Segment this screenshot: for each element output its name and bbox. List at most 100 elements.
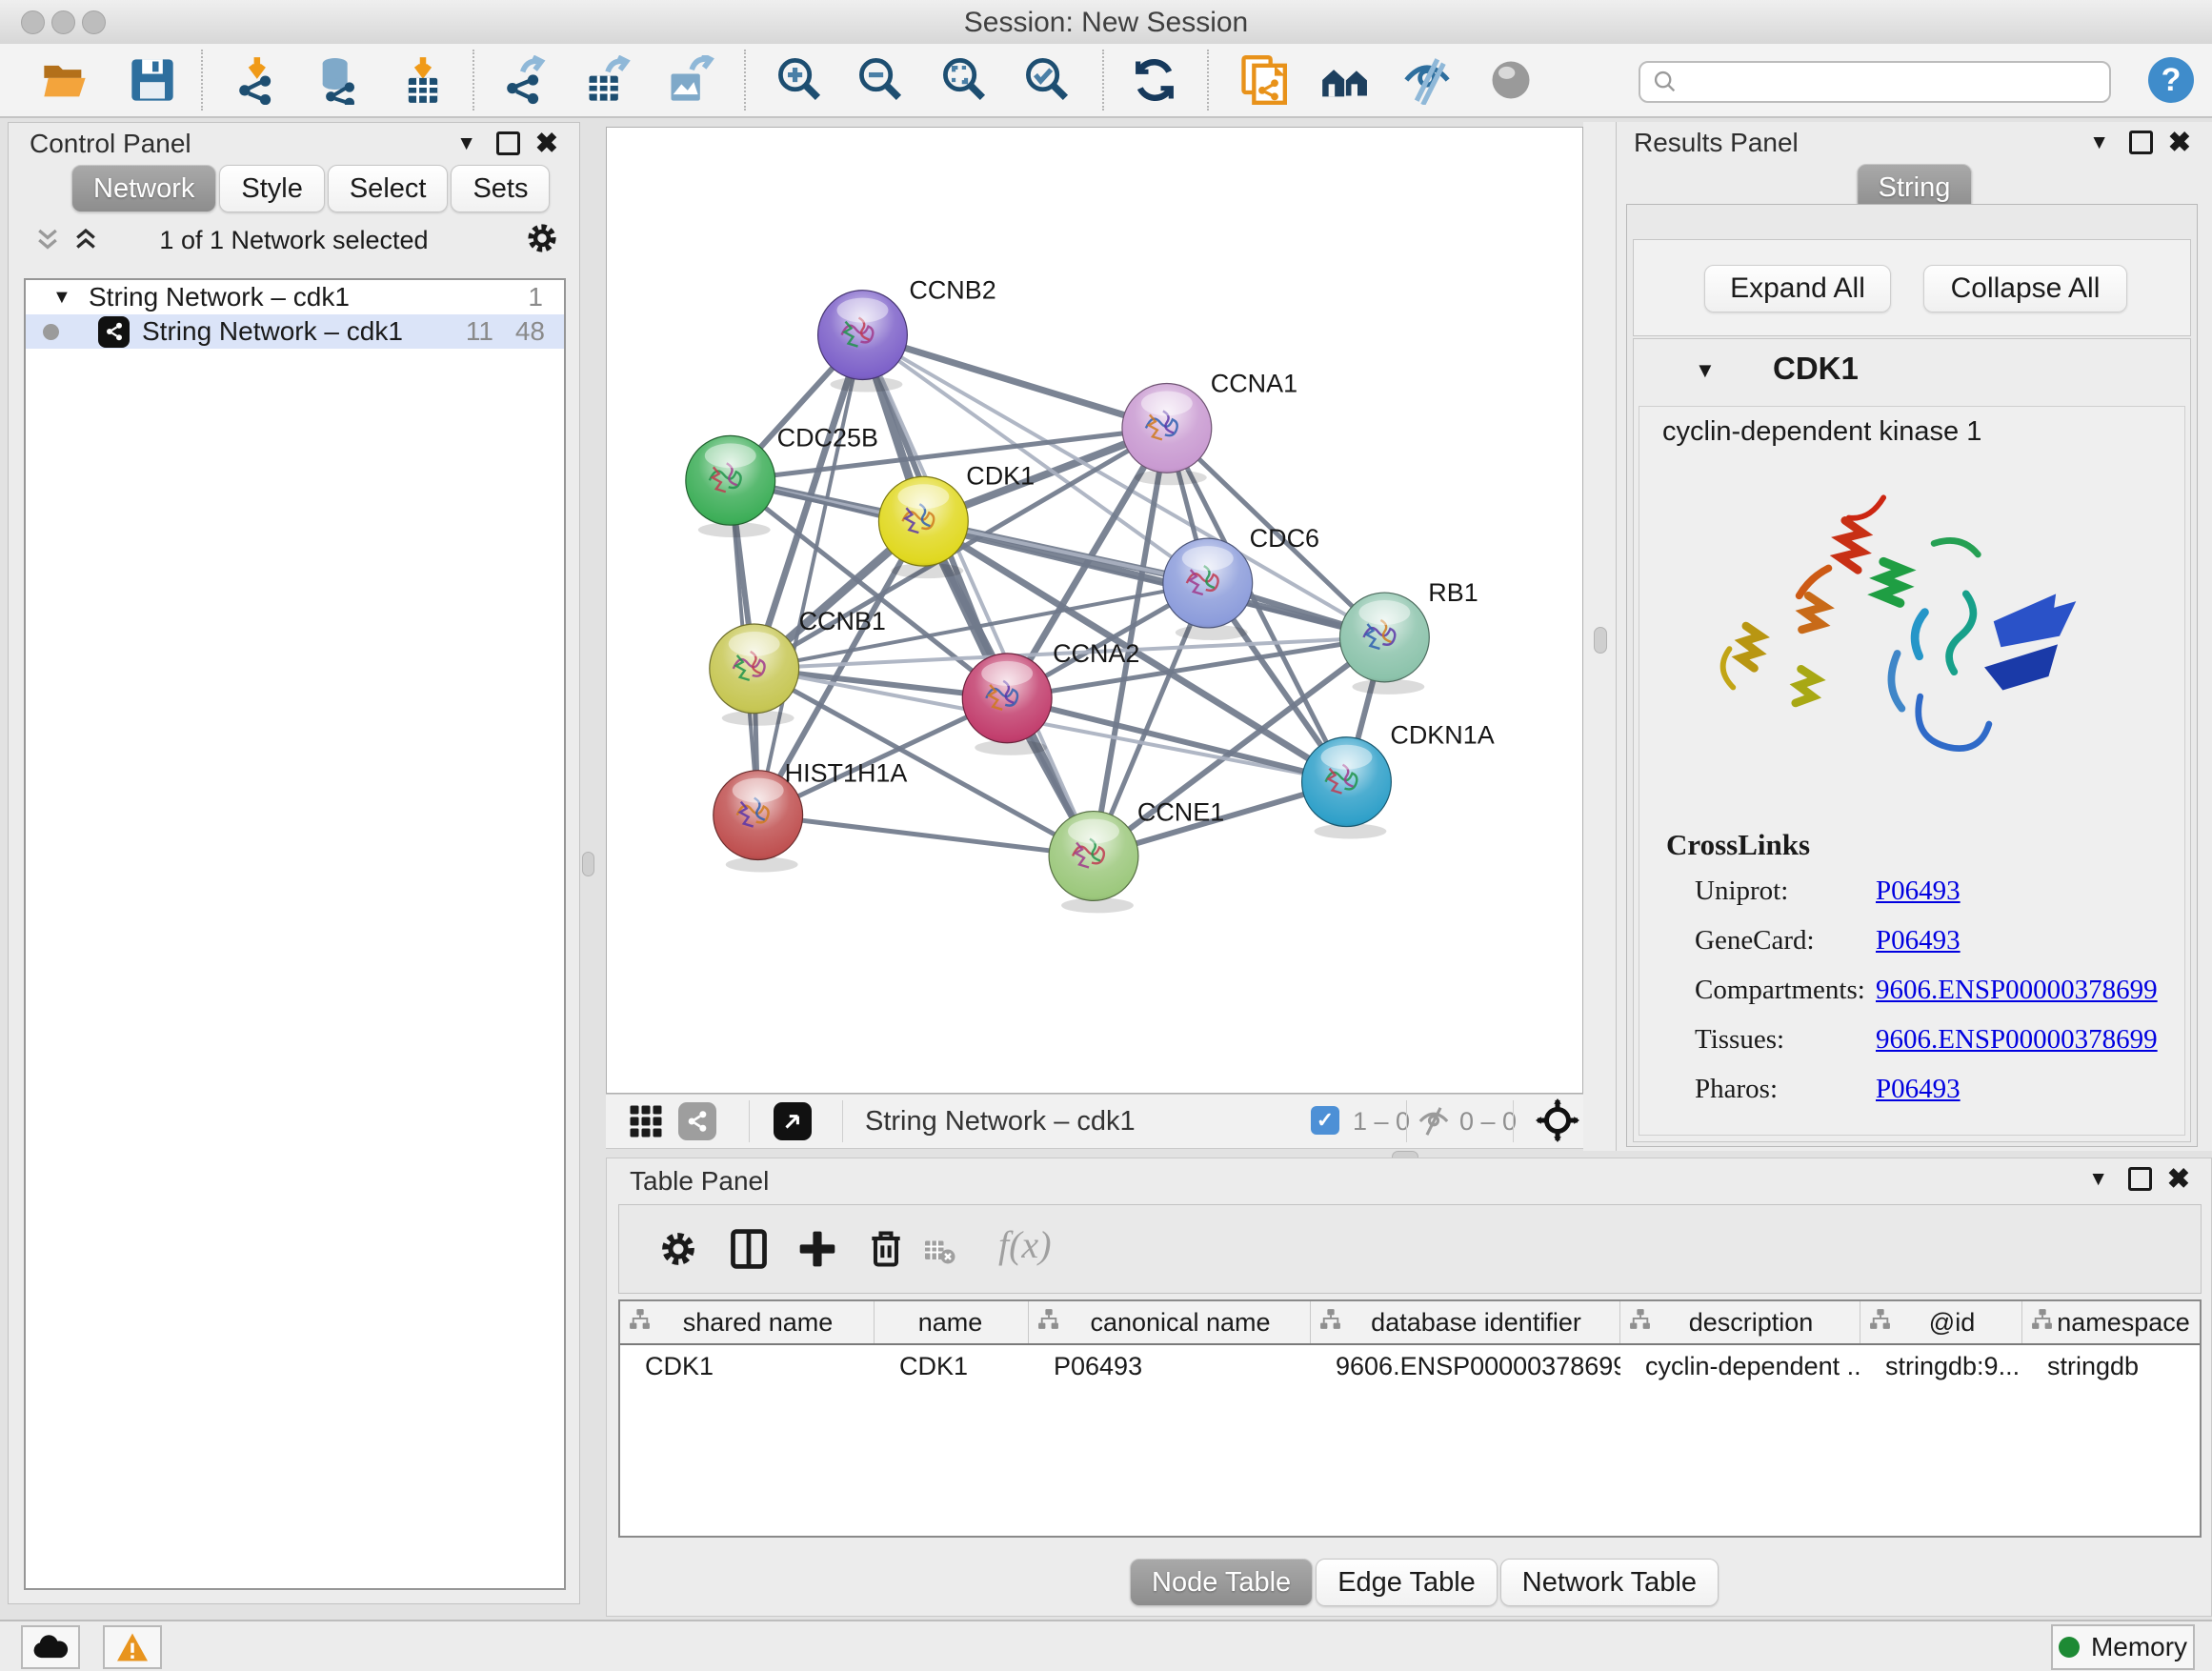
selected-checkbox-icon[interactable]: ✓ [1311,1106,1339,1135]
network-node-rb1[interactable]: RB1 [1339,578,1478,695]
table-cell[interactable]: CDK1 [875,1352,1029,1381]
panel-close-icon[interactable]: ✖ [2168,130,2191,157]
tab-node-table[interactable]: Node Table [1130,1559,1313,1606]
home-view-button[interactable] [1318,53,1372,107]
right-splitter-handle[interactable] [1594,627,1607,654]
tree-expand-icon[interactable]: ▼ [52,287,71,309]
zoom-selected-button[interactable] [1021,53,1075,107]
hidden-eye-icon[interactable] [1418,1105,1450,1137]
panel-collapse-icon[interactable]: ▼ [2088,1168,2108,1191]
zoom-fit-button[interactable] [938,53,992,107]
network-node-ccnb2[interactable]: CCNB2 [818,276,996,393]
column-header-sharedname[interactable]: shared name [620,1301,875,1343]
network-node-cdkn1a[interactable]: CDKN1A [1302,721,1495,839]
function-builder-button[interactable]: f(x) [998,1222,1052,1267]
tab-network[interactable]: Network [71,165,216,212]
network-node-hist1h1a[interactable]: HIST1H1A [714,759,908,873]
column-header-id[interactable]: @id [1860,1301,2022,1343]
section-collapse-icon[interactable]: ▼ [1695,358,1716,383]
tab-style[interactable]: Style [219,165,324,212]
crosslink-label: Compartments: [1695,975,1865,1006]
detach-view-icon[interactable] [774,1102,812,1140]
toolbar-separator [1513,1100,1514,1142]
column-label: shared name [652,1308,874,1338]
crosslink-link[interactable]: 9606.ENSP00000378699 [1876,1024,2158,1056]
tab-sets[interactable]: Sets [451,165,550,212]
expand-all-button[interactable]: Expand All [1704,265,1891,312]
warnings-button[interactable] [103,1625,162,1669]
network-collection-row[interactable]: ▼ String Network – cdk1 1 [26,280,564,314]
panel-collapse-icon[interactable]: ▼ [456,132,476,155]
import-network-button[interactable] [232,53,286,107]
cloud-status-button[interactable] [21,1625,80,1669]
add-column-icon[interactable] [796,1228,838,1270]
column-header-namespace[interactable]: namespace [2022,1301,2202,1343]
help-button[interactable]: ? [2148,57,2194,103]
column-header-description[interactable]: description [1620,1301,1860,1343]
toolbar-separator [744,50,746,111]
table-cell[interactable]: CDK1 [620,1352,875,1381]
save-session-button[interactable] [126,53,179,107]
main-toolbar: ? [0,44,2212,118]
control-panel-title: Control Panel [30,129,191,159]
tab-select[interactable]: Select [328,165,449,212]
table-row[interactable]: CDK1CDK1P064939606.ENSP00000378699cyclin… [620,1345,2200,1387]
search-field[interactable] [1639,61,2111,103]
export-table-button[interactable] [581,53,634,107]
presentation-eye-button[interactable] [1484,53,1538,107]
memory-ok-icon [2059,1637,2080,1658]
tab-network-table[interactable]: Network Table [1500,1559,1719,1606]
column-header-name[interactable]: name [875,1301,1029,1343]
left-splitter-handle[interactable] [582,852,594,876]
table-cell[interactable]: 9606.ENSP00000378699 [1311,1352,1620,1381]
node-table: shared namenamecanonical namedatabase id… [618,1299,2202,1538]
export-network-button[interactable] [500,53,553,107]
crosslink-link[interactable]: P06493 [1876,1074,1961,1105]
show-hide-graphics-button[interactable] [1400,53,1454,107]
export-image-button[interactable] [663,53,716,107]
table-options-gear-icon[interactable] [657,1228,699,1270]
table-cell[interactable]: stringdb [2022,1352,2202,1381]
birds-eye-view-icon[interactable] [678,1102,716,1140]
network-row[interactable]: String Network – cdk1 11 48 [26,314,564,349]
network-edge[interactable] [758,815,1094,856]
refresh-button[interactable] [1128,53,1181,107]
search-input[interactable] [1679,67,2082,98]
status-bar: Memory [0,1620,2212,1671]
network-canvas[interactable]: CCNB2CCNA1CDC25BCDK1CDC6RB1CCNB1CCNA2CDK… [606,127,1583,1094]
fit-selected-crosshair-icon[interactable] [1536,1098,1579,1142]
grid-view-icon[interactable] [629,1104,663,1138]
panel-close-icon[interactable]: ✖ [2167,1166,2190,1194]
delete-table-icon[interactable] [922,1234,956,1268]
network-node-ccne1[interactable]: CCNE1 [1049,798,1224,914]
panel-close-icon[interactable]: ✖ [535,131,558,158]
zoom-in-button[interactable] [774,53,827,107]
clone-network-button[interactable] [1236,53,1289,107]
table-cell[interactable]: stringdb:9... [1860,1352,2022,1381]
memory-status-button[interactable]: Memory [2051,1624,2195,1670]
panel-float-icon[interactable] [2129,131,2153,154]
import-table-button[interactable] [396,53,450,107]
open-session-button[interactable] [38,53,91,107]
panel-float-icon[interactable] [2128,1167,2152,1191]
show-columns-icon[interactable] [728,1228,770,1270]
table-cell[interactable]: P06493 [1029,1352,1311,1381]
panel-collapse-icon[interactable]: ▼ [2089,131,2109,154]
table-cell[interactable]: cyclin-dependent ... [1620,1352,1860,1381]
tab-edge-table[interactable]: Edge Table [1316,1559,1498,1606]
zoom-out-button[interactable] [855,53,908,107]
crosslink-link[interactable]: P06493 [1876,876,1961,907]
import-database-button[interactable] [312,53,366,107]
delete-column-trash-icon[interactable] [865,1228,907,1270]
network-options-gear-icon[interactable] [524,220,560,256]
crosslink-link[interactable]: P06493 [1876,925,1961,956]
network-edge[interactable] [862,335,1166,429]
network-node-cdc6[interactable]: CDC6 [1163,524,1319,640]
crosslink-link[interactable]: 9606.ENSP00000378699 [1876,975,2158,1006]
collection-label: String Network – cdk1 [89,282,350,312]
column-header-databaseidentifier[interactable]: database identifier [1311,1301,1620,1343]
column-header-canonicalname[interactable]: canonical name [1029,1301,1311,1343]
collapse-all-button[interactable]: Collapse All [1923,265,2127,312]
network-results-splitter[interactable] [1583,122,1616,1151]
panel-float-icon[interactable] [496,131,520,155]
